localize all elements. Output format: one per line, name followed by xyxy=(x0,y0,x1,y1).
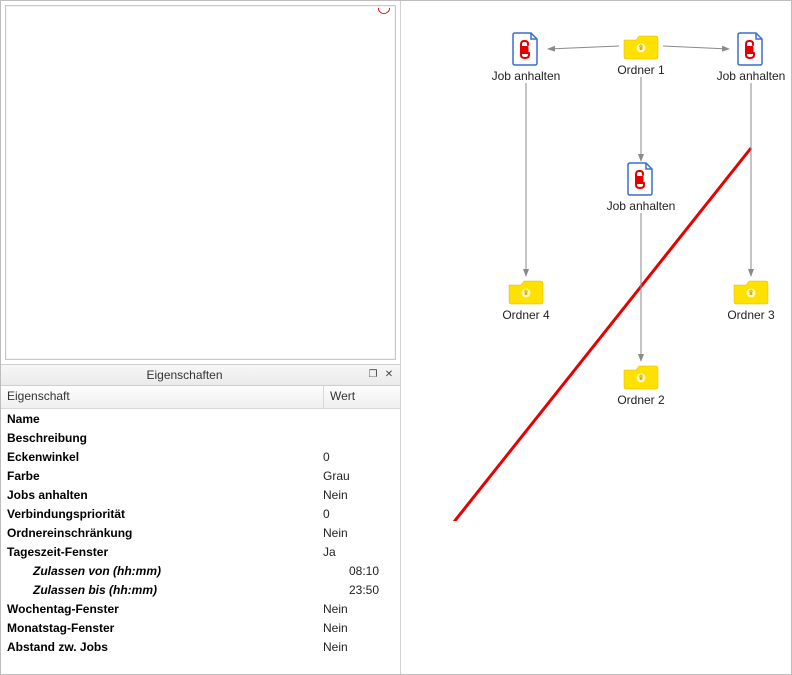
property-label: Beschreibung xyxy=(1,431,317,445)
property-row[interactable]: OrdnereinschränkungNein xyxy=(1,523,400,542)
left-pane: ◡ Eigenschaften ❐ ✕ Eigenschaft Wert Nam… xyxy=(1,1,401,674)
property-row[interactable]: FarbeGrau xyxy=(1,466,400,485)
stop-job-node[interactable]: Job anhalten xyxy=(706,31,792,83)
node-label: Job anhalten xyxy=(481,69,571,83)
node-label: Ordner 4 xyxy=(481,308,571,322)
property-value[interactable]: Ja xyxy=(317,545,400,559)
connectors xyxy=(401,1,792,675)
property-value[interactable]: Grau xyxy=(317,469,400,483)
stop-job-node[interactable]: Job anhalten xyxy=(596,161,686,213)
diagram-canvas[interactable]: Job anhalten Ordner 1 Job anhalten Job anha… xyxy=(401,1,791,674)
property-row[interactable]: Zulassen bis (hh:mm)23:50 xyxy=(1,580,400,599)
property-label: Eckenwinkel xyxy=(1,450,317,464)
property-value[interactable]: Nein xyxy=(317,602,400,616)
property-label: Monatstag-Fenster xyxy=(1,621,317,635)
stop-job-icon xyxy=(736,31,766,67)
node-label: Job anhalten xyxy=(706,69,792,83)
folder-node[interactable]: Ordner 1 xyxy=(596,31,686,77)
close-button[interactable]: ✕ xyxy=(382,368,396,382)
property-value[interactable]: 08:10 xyxy=(343,564,400,578)
node-label: Ordner 2 xyxy=(596,393,686,407)
property-label: Name xyxy=(1,412,317,426)
dock-button[interactable]: ❐ xyxy=(366,368,380,382)
property-label: Wochentag-Fenster xyxy=(1,602,317,616)
property-row[interactable]: Tageszeit-FensterJa xyxy=(1,542,400,561)
property-label: Jobs anhalten xyxy=(1,488,317,502)
alert-icon: ◡ xyxy=(377,0,391,16)
folder-icon xyxy=(622,361,660,391)
property-label: Abstand zw. Jobs xyxy=(1,640,317,654)
property-value[interactable]: 0 xyxy=(317,450,400,464)
property-row[interactable]: Verbindungspriorität0 xyxy=(1,504,400,523)
properties-body[interactable]: NameBeschreibungEckenwinkel0FarbeGrauJob… xyxy=(1,409,400,674)
stop-job-node[interactable]: Job anhalten xyxy=(481,31,571,83)
folder-icon xyxy=(622,31,660,61)
properties-header: Eigenschaften ❐ ✕ xyxy=(1,365,400,386)
node-label: Job anhalten xyxy=(596,199,686,213)
property-row[interactable]: Beschreibung xyxy=(1,428,400,447)
property-value[interactable]: Nein xyxy=(317,526,400,540)
property-label: Zulassen bis (hh:mm) xyxy=(1,583,343,597)
property-row[interactable]: Abstand zw. JobsNein xyxy=(1,637,400,656)
property-label: Ordnereinschränkung xyxy=(1,526,317,540)
property-value[interactable]: 0 xyxy=(317,507,400,521)
preview-panel[interactable]: ◡ xyxy=(5,5,396,360)
property-row[interactable]: Wochentag-FensterNein xyxy=(1,599,400,618)
property-value[interactable]: Nein xyxy=(317,488,400,502)
property-row[interactable]: Eckenwinkel0 xyxy=(1,447,400,466)
property-label: Farbe xyxy=(1,469,317,483)
node-label: Ordner 3 xyxy=(706,308,792,322)
property-label: Zulassen von (hh:mm) xyxy=(1,564,343,578)
folder-node[interactable]: Ordner 2 xyxy=(596,361,686,407)
node-label: Ordner 1 xyxy=(596,63,686,77)
property-value[interactable]: 23:50 xyxy=(343,583,400,597)
folder-node[interactable]: Ordner 4 xyxy=(481,276,571,322)
properties-title: Eigenschaften xyxy=(5,368,364,382)
stop-job-icon xyxy=(511,31,541,67)
property-row[interactable]: Zulassen von (hh:mm)08:10 xyxy=(1,561,400,580)
stop-job-icon xyxy=(626,161,656,197)
column-value[interactable]: Wert xyxy=(324,386,400,408)
folder-node[interactable]: Ordner 3 xyxy=(706,276,792,322)
folder-icon xyxy=(507,276,545,306)
property-label: Verbindungspriorität xyxy=(1,507,317,521)
property-row[interactable]: Monatstag-FensterNein xyxy=(1,618,400,637)
properties-columns: Eigenschaft Wert xyxy=(1,386,400,409)
property-value[interactable]: Nein xyxy=(317,621,400,635)
property-row[interactable]: Name xyxy=(1,409,400,428)
property-value[interactable]: Nein xyxy=(317,640,400,654)
column-property[interactable]: Eigenschaft xyxy=(1,386,324,408)
folder-icon xyxy=(732,276,770,306)
properties-panel: Eigenschaften ❐ ✕ Eigenschaft Wert Name B… xyxy=(1,364,400,674)
property-row[interactable]: Jobs anhaltenNein xyxy=(1,485,400,504)
property-label: Tageszeit-Fenster xyxy=(1,545,317,559)
app-root: ◡ Eigenschaften ❐ ✕ Eigenschaft Wert Nam… xyxy=(0,0,792,675)
